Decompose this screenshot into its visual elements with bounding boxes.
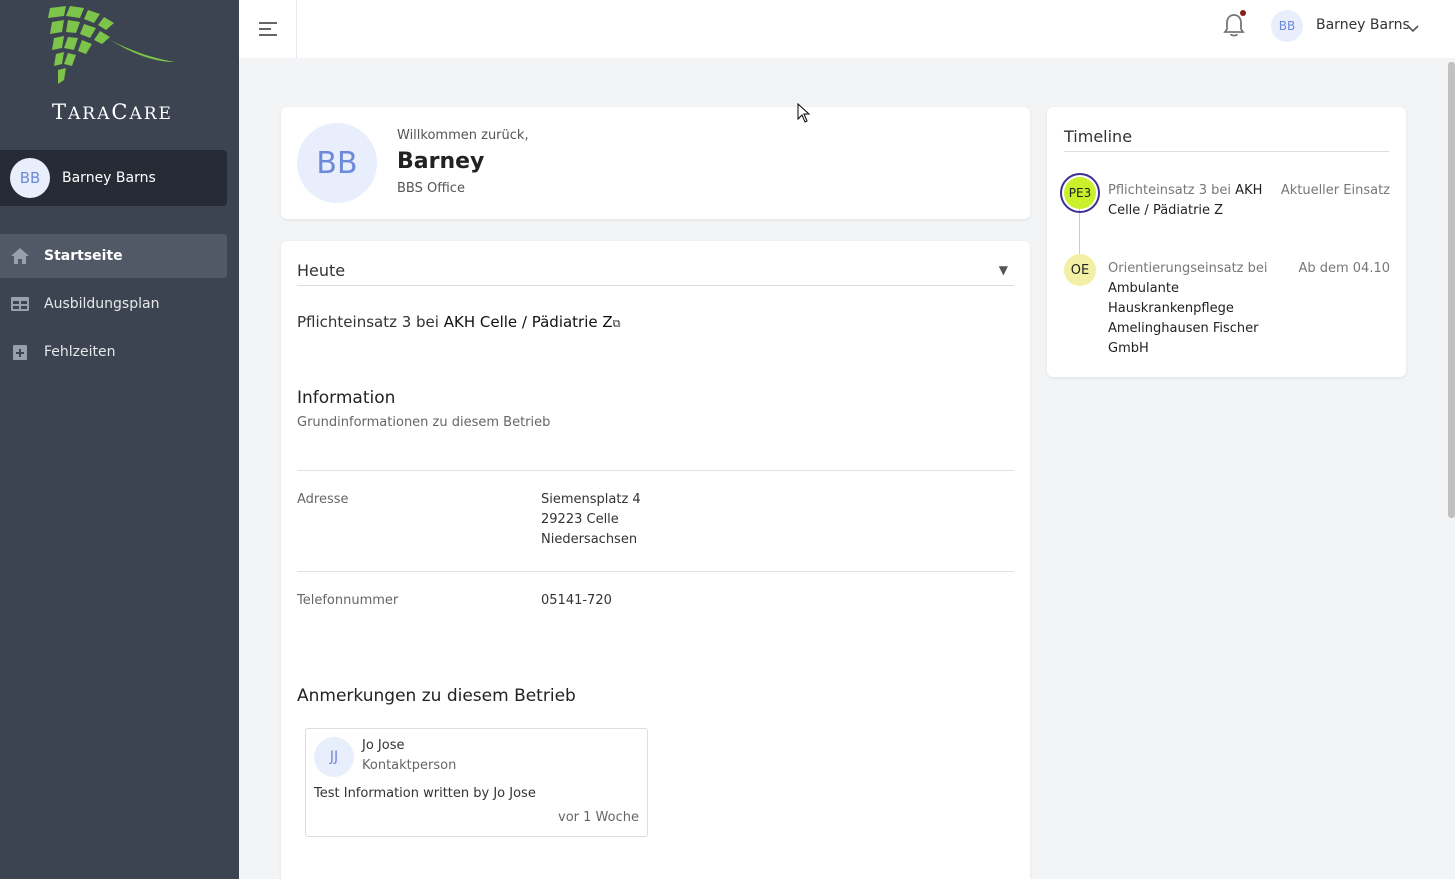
sidebar-item-label: Ausbildungsplan [44, 296, 160, 312]
notifications-button[interactable] [1223, 12, 1247, 40]
address-value: Siemensplatz 4 29223 Celle Niedersachsen [541, 492, 641, 547]
page-scrollbar[interactable] [1448, 62, 1455, 518]
hamburger-icon [258, 22, 277, 36]
notification-dot [1240, 10, 1246, 16]
today-card: Heute ▼ Pflichteinsatz 3 bei AKH Celle /… [281, 241, 1030, 879]
sidebar-user-card[interactable]: BB Barney Barns [0, 150, 227, 206]
welcome-greeting: Willkommen zurück, [397, 128, 529, 143]
table-icon [10, 294, 30, 314]
sidebar-item-ausbildungsplan[interactable]: Ausbildungsplan [0, 282, 227, 326]
welcome-card: BB Willkommen zurück, Barney BBS Office [281, 107, 1030, 219]
sidebar-item-label: Startseite [44, 248, 123, 264]
timeline-card: Timeline PE3 Pflichteinsatz 3 bei AKH Ce… [1047, 107, 1406, 377]
sidebar-item-startseite[interactable]: Startseite [0, 234, 227, 278]
phone-value: 05141-720 [541, 593, 612, 608]
taracare-logo[interactable]: TARACARE [0, 0, 239, 140]
user-menu-name[interactable]: Barney Barns [1316, 17, 1410, 33]
note-timestamp: vor 1 Woche [558, 810, 639, 825]
menu-toggle-button[interactable] [239, 0, 297, 58]
timeline-connector [1079, 207, 1080, 257]
avatar: BB [297, 123, 377, 203]
mouse-cursor-icon [797, 102, 811, 127]
today-header[interactable]: Heute ▼ [297, 261, 1014, 286]
timeline-entry-status: Aktueller Einsatz [1280, 183, 1390, 198]
note-text: Test Information written by Jo Jose [314, 786, 536, 801]
phone-label: Telefonnummer [297, 593, 399, 608]
note-author: Jo Jose [362, 738, 405, 753]
timeline-entry-text: Pflichteinsatz 3 bei AKH Celle / Pädiatr… [1108, 183, 1263, 218]
logo-text: TARACARE [52, 100, 173, 124]
information-subtitle: Grundinformationen zu diesem Betrieb [297, 415, 551, 430]
divider [297, 470, 1014, 471]
notes-title: Anmerkungen zu diesem Betrieb [297, 686, 576, 706]
information-title: Information [297, 388, 396, 408]
timeline-entry-text: Orientierungseinsatz bei Ambulante Hausk… [1108, 261, 1268, 356]
sidebar-item-fehlzeiten[interactable]: Fehlzeiten [0, 330, 227, 374]
collapse-triangle-icon[interactable]: ▼ [999, 263, 1008, 277]
logo-leaf-icon [48, 6, 175, 84]
calendar-plus-icon [10, 342, 30, 362]
sidebar: TARACARE BB Barney Barns Startseite Ausb… [0, 0, 239, 879]
welcome-org: BBS Office [397, 181, 465, 196]
welcome-name: Barney [397, 149, 485, 174]
sidebar-item-label: Fehlzeiten [44, 344, 116, 360]
timeline-title: Timeline [1064, 127, 1389, 152]
sidebar-nav: Startseite Ausbildungsplan Fehlzeiten [0, 234, 227, 378]
topbar: BB Barney Barns [239, 0, 1455, 58]
timeline-badge: OE [1064, 254, 1096, 286]
current-assignment: Pflichteinsatz 3 bei AKH Celle / Pädiatr… [297, 313, 621, 331]
address-label: Adresse [297, 492, 349, 507]
assignment-place-link[interactable]: AKH Celle / Pädiatrie Z [444, 313, 613, 331]
sidebar-user-name: Barney Barns [62, 170, 156, 186]
home-icon [10, 246, 30, 266]
timeline-badge-current: PE3 [1060, 173, 1100, 213]
note-card: JJ Jo Jose Kontaktperson Test Informatio… [305, 728, 648, 837]
avatar: JJ [314, 737, 354, 777]
note-author-role: Kontaktperson [362, 758, 457, 773]
timeline-entry-status: Ab dem 04.10 [1298, 261, 1390, 276]
chevron-down-icon[interactable] [1407, 18, 1419, 37]
avatar[interactable]: BB [1271, 10, 1303, 42]
divider [297, 571, 1014, 572]
avatar: BB [10, 158, 50, 198]
external-link-icon[interactable]: ⧉ [613, 317, 621, 330]
section-title: Heute [297, 261, 346, 280]
